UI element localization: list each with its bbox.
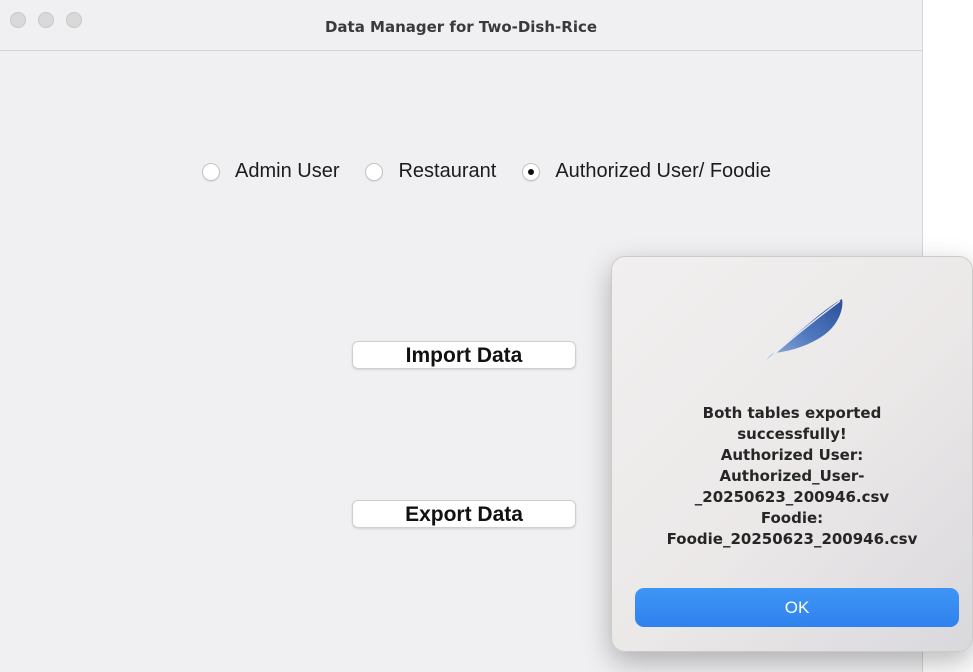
radio-label: Admin User [235,160,340,182]
radio-label: Authorized User/ Foodie [555,160,771,182]
radio-indicator[interactable] [202,162,220,181]
ok-button[interactable]: OK [635,588,959,627]
export-success-dialog: Both tables exported successfully! Autho… [611,256,973,652]
message-line: Authorized_User- [719,467,865,485]
message-line: successfully! [737,425,847,443]
window-title: Data Manager for Two-Dish-Rice [324,18,598,36]
dialog-message: Both tables exported successfully! Autho… [622,403,962,550]
radio-authorized-user-foodie[interactable]: Authorized User/ Foodie [522,160,771,183]
radio-indicator-selected[interactable] [522,162,541,181]
radio-label: Restaurant [398,160,497,182]
message-line: Both tables exported [702,404,882,422]
message-line: Foodie_20250623_200946.csv [666,530,918,548]
radio-indicator[interactable] [365,162,384,181]
user-type-radio-group: Admin User Restaurant Authorized User/ F… [202,160,797,183]
message-line: Authorized User: [720,446,864,464]
radio-admin-user[interactable]: Admin User [202,160,339,183]
export-data-button[interactable]: Export Data [352,500,576,528]
import-data-button[interactable]: Import Data [352,341,576,369]
title-bar: Data Manager for Two-Dish-Rice [0,0,922,51]
message-line: Foodie: [760,509,824,527]
radio-restaurant[interactable]: Restaurant [365,160,496,183]
message-line: _20250623_200946.csv [694,488,890,506]
feather-icon [763,299,843,364]
